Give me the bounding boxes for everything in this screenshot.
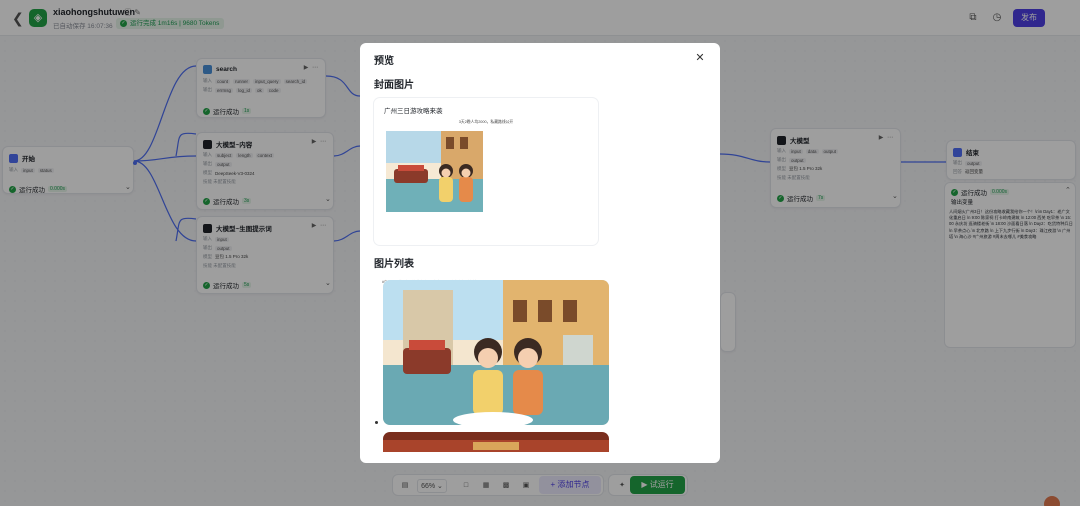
image-list-title: 图片列表 [374, 259, 414, 270]
cover-title: 广州三日游攻略来袭 [384, 108, 443, 115]
list-image-2[interactable] [383, 432, 609, 452]
preview-modal: 预览 ✕ 封面图片 广州三日游攻略来袭 3天2晚人均2000，私藏路线公开 #广… [360, 43, 720, 463]
list-image-1[interactable] [383, 280, 609, 425]
close-icon[interactable]: ✕ [694, 52, 706, 64]
cover-section-title: 封面图片 [374, 80, 414, 91]
cover-illustration [386, 131, 483, 212]
list-bullet [375, 421, 378, 424]
cover-image-card[interactable]: 广州三日游攻略来袭 3天2晚人均2000，私藏路线公开 #广州三日游 #广州旅游… [374, 98, 598, 284]
cover-caption: 3天2晚人均2000，私藏路线公开 [458, 120, 514, 124]
modal-title: 预览 [374, 56, 394, 67]
